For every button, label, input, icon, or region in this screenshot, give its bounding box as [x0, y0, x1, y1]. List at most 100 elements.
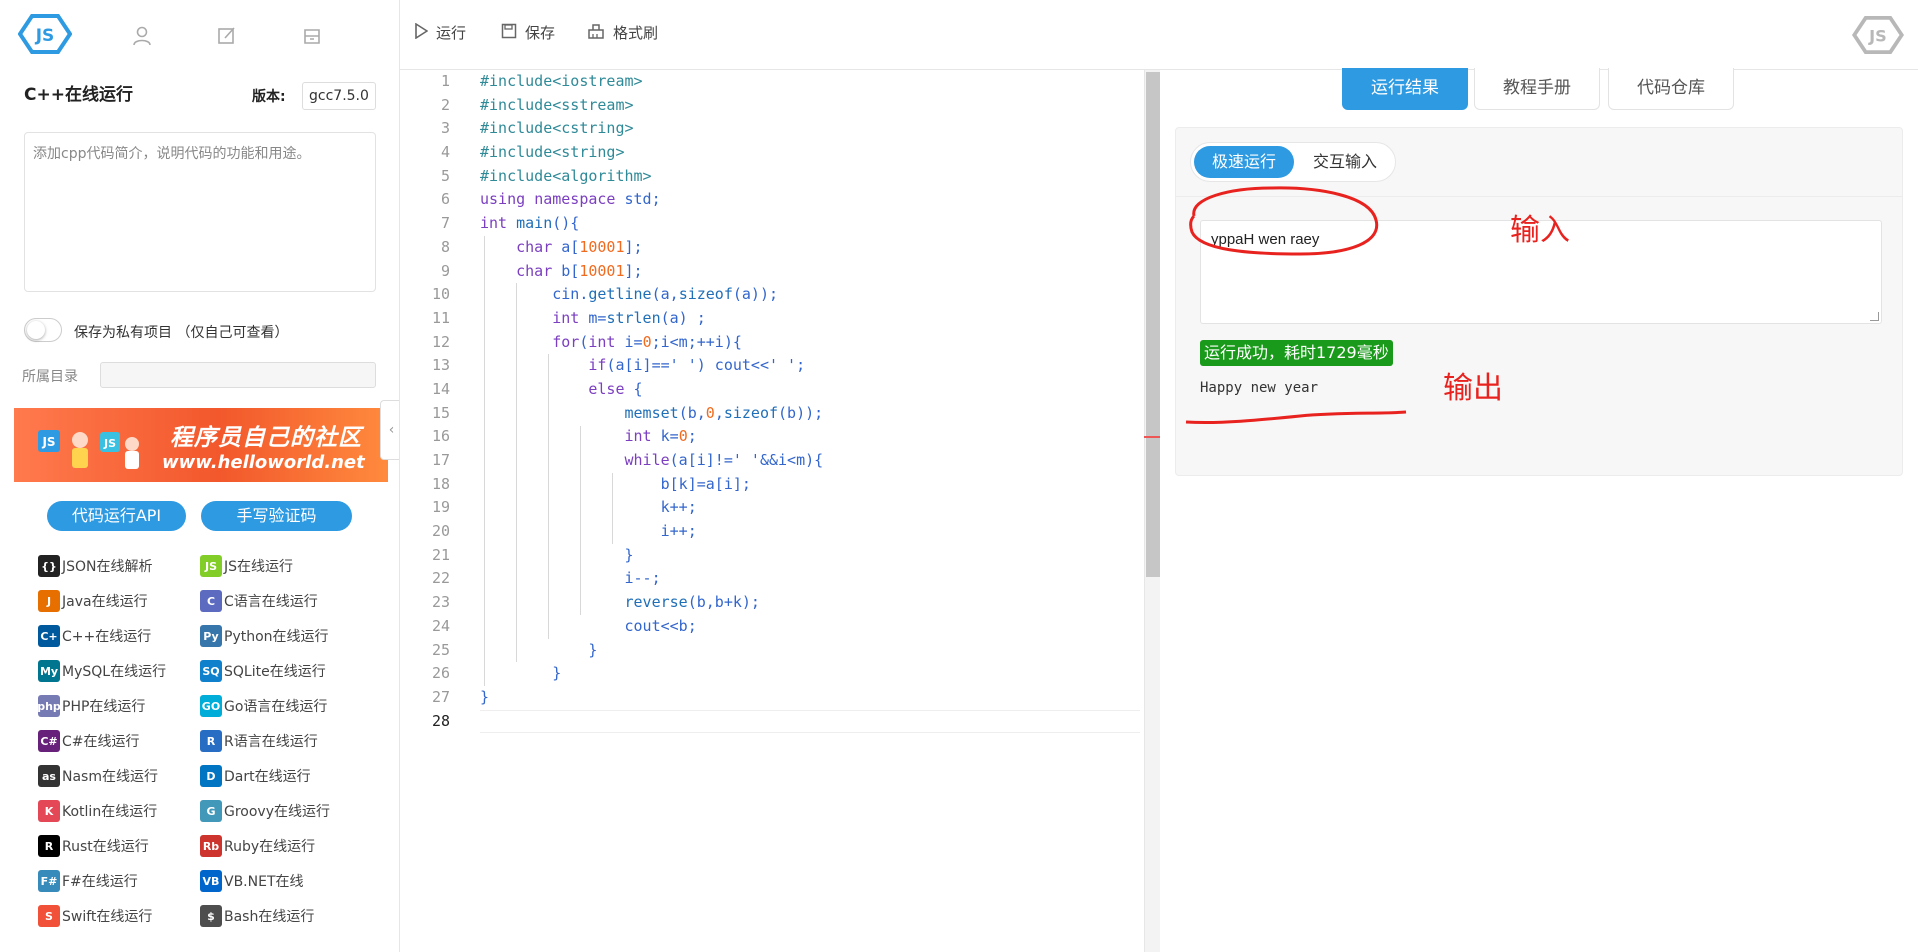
code-line[interactable]: int m=strlen(a) ;: [480, 307, 1140, 331]
site-logo-icon[interactable]: JS: [18, 14, 72, 54]
tab-run-result[interactable]: 运行结果: [1342, 68, 1468, 110]
r-icon: R: [200, 730, 222, 752]
code-line[interactable]: #include<string>: [480, 141, 1140, 165]
mode-interactive-input[interactable]: 交互输入: [1295, 146, 1395, 178]
code-line[interactable]: }: [480, 544, 1140, 568]
community-banner[interactable]: JS JS 程序员自己的社区 www.helloworld.net: [14, 408, 388, 482]
code-line[interactable]: reverse(b,b+k);: [480, 591, 1140, 615]
archive-icon[interactable]: [300, 26, 324, 46]
language-link[interactable]: S Swift在线运行: [38, 904, 152, 928]
editor-scrollbar[interactable]: [1144, 70, 1160, 952]
code-line[interactable]: i++;: [480, 520, 1140, 544]
language-link-label: Rust在线运行: [62, 839, 149, 855]
language-link[interactable]: Rb Ruby在线运行: [200, 834, 315, 858]
language-link[interactable]: C C语言在线运行: [200, 589, 318, 613]
language-link[interactable]: Py Python在线运行: [200, 624, 329, 648]
line-number: 6: [440, 190, 450, 209]
private-label: 保存为私有项目 （仅自己可查看）: [74, 325, 289, 341]
editor-scroll-thumb[interactable]: [1146, 72, 1160, 577]
handwritten-captcha-button[interactable]: 手写验证码: [201, 501, 352, 531]
code-line[interactable]: using namespace std;: [480, 188, 1140, 212]
collapse-sidebar-button[interactable]: ‹: [380, 400, 399, 460]
code-line[interactable]: else {: [480, 378, 1140, 402]
code-line[interactable]: int k=0;: [480, 425, 1140, 449]
svg-text:JS: JS: [1868, 27, 1887, 46]
python-icon: Py: [200, 625, 222, 647]
language-link[interactable]: GO Go语言在线运行: [200, 694, 327, 718]
format-button[interactable]: 格式刷: [587, 22, 658, 43]
code-line[interactable]: while(a[i]!=' '&&i<m){: [480, 449, 1140, 473]
language-link[interactable]: SQ SQLite在线运行: [200, 659, 326, 683]
code-line[interactable]: for(int i=0;i<m;++i){: [480, 331, 1140, 355]
line-number: 9: [440, 261, 450, 280]
code-line[interactable]: }: [480, 662, 1140, 686]
code-line[interactable]: char a[10001];: [480, 236, 1140, 260]
code-line[interactable]: #include<iostream>: [480, 70, 1140, 94]
code-line[interactable]: i--;: [480, 567, 1140, 591]
cpp-icon: C+: [38, 625, 60, 647]
run-button[interactable]: 运行: [414, 22, 466, 43]
version-select[interactable]: gcc7.5.0: [302, 82, 376, 110]
code-run-api-button[interactable]: 代码运行API: [47, 501, 186, 531]
description-textarea[interactable]: 添加cpp代码简介，说明代码的功能和用途。: [24, 132, 376, 292]
language-link[interactable]: K Kotlin在线运行: [38, 799, 157, 823]
language-link-label: Nasm在线运行: [62, 769, 158, 785]
code-line[interactable]: char b[10001];: [480, 260, 1140, 284]
run-output-box: 极速运行 交互输入 yppaH wen raey 运行成功，耗时1729毫秒 H…: [1175, 127, 1903, 476]
language-link[interactable]: J Java在线运行: [38, 589, 148, 613]
code-area[interactable]: #include<iostream> #include<sstream> #incl…: [480, 70, 1140, 734]
output-annotation-label: 输出: [1443, 371, 1503, 406]
code-line[interactable]: #include<sstream>: [480, 94, 1140, 118]
language-link[interactable]: C+ C++在线运行: [38, 624, 151, 648]
tab-code-repo[interactable]: 代码仓库: [1608, 68, 1734, 110]
code-line[interactable]: [480, 709, 1140, 734]
language-link[interactable]: {} JSON在线解析: [38, 554, 153, 578]
code-editor[interactable]: 1 2 3 4 5 6 7 8 9 10 11 12 13 14 15 16 17 18 19 20 21 22 23 24 2…: [400, 70, 1160, 952]
code-line[interactable]: #include<algorithm>: [480, 165, 1140, 189]
language-link[interactable]: $ Bash在线运行: [200, 904, 314, 928]
language-link[interactable]: D Dart在线运行: [200, 764, 311, 788]
code-line[interactable]: }: [480, 686, 1140, 710]
language-link[interactable]: as Nasm在线运行: [38, 764, 158, 788]
mode-fast-run[interactable]: 极速运行: [1194, 146, 1294, 178]
private-toggle[interactable]: [24, 318, 62, 342]
code-line[interactable]: if(a[i]==' ') cout<<' ';: [480, 354, 1140, 378]
code-line[interactable]: k++;: [480, 496, 1140, 520]
language-link[interactable]: VB VB.NET在线: [200, 869, 304, 893]
code-line[interactable]: cin.getline(a,sizeof(a));: [480, 283, 1140, 307]
directory-input[interactable]: [100, 362, 376, 388]
language-link[interactable]: F# F#在线运行: [38, 869, 138, 893]
language-link-label: Dart在线运行: [224, 769, 311, 785]
edit-icon[interactable]: [215, 26, 239, 46]
language-link[interactable]: C# C#在线运行: [38, 729, 140, 753]
sidebar: JS C++在线运行 版本: gcc7.5.0 添加cpp代码简介，说明代码的功…: [0, 0, 400, 952]
language-link-label: Ruby在线运行: [224, 839, 316, 855]
dart-icon: D: [200, 765, 222, 787]
svg-text:JS: JS: [103, 437, 116, 450]
bash-icon: $: [200, 905, 222, 927]
code-line[interactable]: }: [480, 639, 1140, 663]
language-link[interactable]: My MySQL在线运行: [38, 659, 166, 683]
code-line[interactable]: b[k]=a[i];: [480, 473, 1140, 497]
language-link[interactable]: JS JS在线运行: [200, 554, 293, 578]
save-button[interactable]: 保存: [501, 22, 555, 43]
code-line[interactable]: memset(b,0,sizeof(b));: [480, 402, 1140, 426]
code-line[interactable]: cout<<b;: [480, 615, 1140, 639]
toolbar: 运行 保存 格式刷 JS: [400, 0, 1918, 70]
language-link[interactable]: R R语言在线运行: [200, 729, 318, 753]
format-brush-icon: [587, 23, 605, 43]
language-link-label: Swift在线运行: [62, 909, 153, 925]
user-icon[interactable]: [130, 26, 154, 46]
banner-illustration-icon: JS JS: [38, 430, 139, 469]
line-number: 7: [440, 214, 450, 233]
svg-text:JS: JS: [41, 435, 55, 449]
language-link[interactable]: G Groovy在线运行: [200, 799, 330, 823]
run-mode-switch: 极速运行 交互输入: [1190, 142, 1396, 182]
line-number: 4: [440, 143, 450, 162]
code-line[interactable]: #include<cstring>: [480, 117, 1140, 141]
kotlin-icon: K: [38, 800, 60, 822]
language-link[interactable]: php PHP在线运行: [37, 694, 145, 718]
language-link[interactable]: R Rust在线运行: [38, 834, 149, 858]
tab-tutorial[interactable]: 教程手册: [1474, 68, 1600, 110]
code-line[interactable]: int main(){: [480, 212, 1140, 236]
